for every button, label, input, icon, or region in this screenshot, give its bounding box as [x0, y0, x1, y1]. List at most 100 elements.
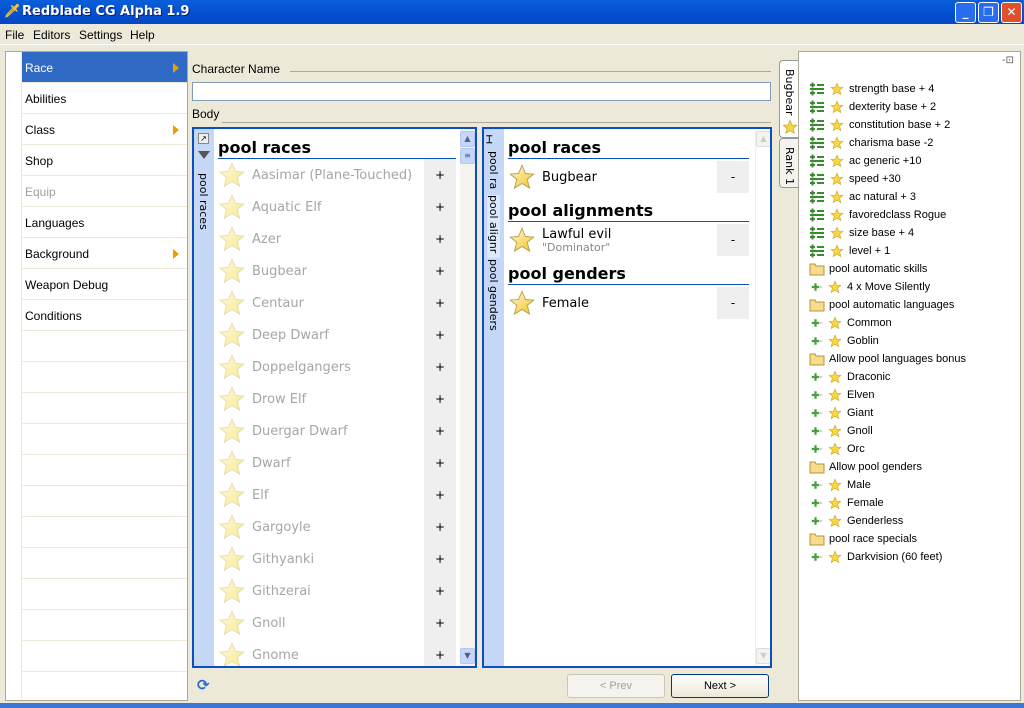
menu-editors[interactable]: Editors [33, 28, 70, 42]
sidebar-item-weapon-debug[interactable]: Weapon Debug [22, 269, 187, 300]
tab-rank-1[interactable]: Rank 1 [779, 138, 799, 188]
tree-node[interactable]: Orc [811, 440, 865, 458]
list-item[interactable]: Bugbear - [508, 161, 749, 193]
tree-node[interactable]: size base + 4 [809, 224, 914, 242]
add-button[interactable]: + [424, 287, 456, 319]
remove-button[interactable]: - [717, 287, 749, 319]
add-button[interactable]: + [424, 223, 456, 255]
list-item[interactable]: Female - [508, 287, 749, 319]
list-item[interactable]: Aquatic Elf + [218, 191, 456, 223]
list-item[interactable]: Dwarf + [218, 447, 456, 479]
list-item[interactable]: Drow Elf + [218, 383, 456, 415]
scroll-down-button[interactable]: ▼ [460, 648, 475, 664]
sidebar-item-class[interactable]: Class [22, 114, 187, 145]
sidebar-item-abilities[interactable]: Abilities [22, 83, 187, 114]
tree-node[interactable]: ac natural + 3 [809, 188, 916, 206]
tree-node[interactable]: Draconic [811, 368, 890, 386]
strip-tab-pool-races[interactable]: pool races [197, 173, 210, 230]
add-button[interactable]: + [424, 319, 456, 351]
tree-node[interactable]: Genderless [811, 512, 903, 530]
tree-node[interactable]: Giant [811, 404, 873, 422]
list-item[interactable]: Centaur + [218, 287, 456, 319]
add-button[interactable]: + [424, 607, 456, 639]
add-button[interactable]: + [424, 415, 456, 447]
filter-icon[interactable] [198, 151, 210, 159]
list-item[interactable]: Gargoyle + [218, 511, 456, 543]
add-button[interactable]: + [424, 575, 456, 607]
scroll-up-button[interactable]: ▲ [460, 131, 475, 147]
list-item[interactable]: Gnome + [218, 639, 456, 666]
list-item[interactable]: Lawful evil "Dominator" - [508, 224, 749, 256]
tree-node[interactable]: charisma base -2 [809, 134, 933, 152]
tree-node[interactable]: dexterity base + 2 [809, 98, 936, 116]
list-item[interactable]: Bugbear + [218, 255, 456, 287]
menu-help[interactable]: Help [130, 28, 155, 42]
remove-button[interactable]: - [717, 161, 749, 193]
tree-node[interactable]: favoredclass Rogue [809, 206, 946, 224]
scroll-up-button[interactable]: ▲ [756, 131, 770, 147]
refresh-icon[interactable]: ⟳ [197, 676, 210, 694]
add-button[interactable]: + [424, 383, 456, 415]
sidebar-item-race[interactable]: Race [22, 52, 187, 83]
close-button[interactable]: ✕ [1001, 2, 1022, 23]
tree-node[interactable]: Common [811, 314, 892, 332]
sidebar-item-equip[interactable]: Equip [22, 176, 187, 207]
list-item[interactable]: Duergar Dwarf + [218, 415, 456, 447]
tree-node[interactable]: Female [811, 494, 884, 512]
maximize-button[interactable]: ❐ [978, 2, 999, 23]
list-item[interactable]: Azer + [218, 223, 456, 255]
add-button[interactable]: + [424, 255, 456, 287]
pin-icon[interactable]: ⌶ [486, 133, 493, 147]
list-item[interactable]: Gnoll + [218, 607, 456, 639]
tree-node[interactable]: Gnoll [811, 422, 873, 440]
add-button[interactable]: + [424, 447, 456, 479]
strip-tab-pool-genders[interactable]: pool genders [487, 259, 500, 331]
strip-tab-pool-races[interactable]: pool ra [487, 151, 500, 193]
tree-node[interactable]: Allow pool genders [809, 458, 922, 476]
expand-icon[interactable]: ↗ [198, 133, 209, 144]
prev-button[interactable]: < Prev [567, 674, 665, 698]
tree-node[interactable]: pool race specials [809, 530, 917, 548]
tree-node[interactable]: pool automatic languages [809, 296, 954, 314]
tree-node[interactable]: strength base + 4 [809, 80, 934, 98]
tree-node[interactable]: Darkvision (60 feet) [811, 548, 942, 566]
remove-button[interactable]: - [717, 224, 749, 256]
pin-icon[interactable]: -⊡ [1002, 55, 1014, 66]
tree-node[interactable]: ac generic +10 [809, 152, 921, 170]
list-item[interactable]: Githzerai + [218, 575, 456, 607]
add-button[interactable]: + [424, 543, 456, 575]
list-item[interactable]: Deep Dwarf + [218, 319, 456, 351]
list-item[interactable]: Doppelgangers + [218, 351, 456, 383]
strip-tab-pool-alignments[interactable]: pool alignr [487, 195, 500, 258]
menu-file[interactable]: File [5, 28, 24, 42]
tab-bugbear[interactable]: Bugbear [779, 60, 799, 138]
menu-settings[interactable]: Settings [79, 28, 122, 42]
add-button[interactable]: + [424, 479, 456, 511]
scrollbar[interactable]: ▲ ≡ ▼ [460, 129, 475, 666]
add-button[interactable]: + [424, 159, 456, 191]
tree-node[interactable]: Male [811, 476, 871, 494]
scroll-down-button[interactable]: ▼ [756, 648, 770, 664]
list-item[interactable]: Aasimar (Plane-Touched) + [218, 159, 456, 191]
list-item[interactable]: Githyanki + [218, 543, 456, 575]
list-item[interactable]: Elf + [218, 479, 456, 511]
scrollbar[interactable]: ▲ ▼ [755, 129, 770, 666]
sidebar-item-conditions[interactable]: Conditions [22, 300, 187, 331]
sidebar-item-shop[interactable]: Shop [22, 145, 187, 176]
add-button[interactable]: + [424, 511, 456, 543]
tree-node[interactable]: Goblin [811, 332, 879, 350]
tree-node[interactable]: level + 1 [809, 242, 890, 260]
tree-node[interactable]: speed +30 [809, 170, 901, 188]
add-button[interactable]: + [424, 191, 456, 223]
sidebar-item-background[interactable]: Background [22, 238, 187, 269]
tree-node[interactable]: Elven [811, 386, 875, 404]
next-button[interactable]: Next > [671, 674, 769, 698]
add-button[interactable]: + [424, 351, 456, 383]
tree-node[interactable]: Allow pool languages bonus [809, 350, 966, 368]
sidebar-item-languages[interactable]: Languages [22, 207, 187, 238]
tree-node[interactable]: constitution base + 2 [809, 116, 950, 134]
add-button[interactable]: + [424, 639, 456, 666]
tree-node[interactable]: 4 x Move Silently [811, 278, 930, 296]
tree-node[interactable]: pool automatic skills [809, 260, 927, 278]
minimize-button[interactable]: _ [955, 2, 976, 23]
